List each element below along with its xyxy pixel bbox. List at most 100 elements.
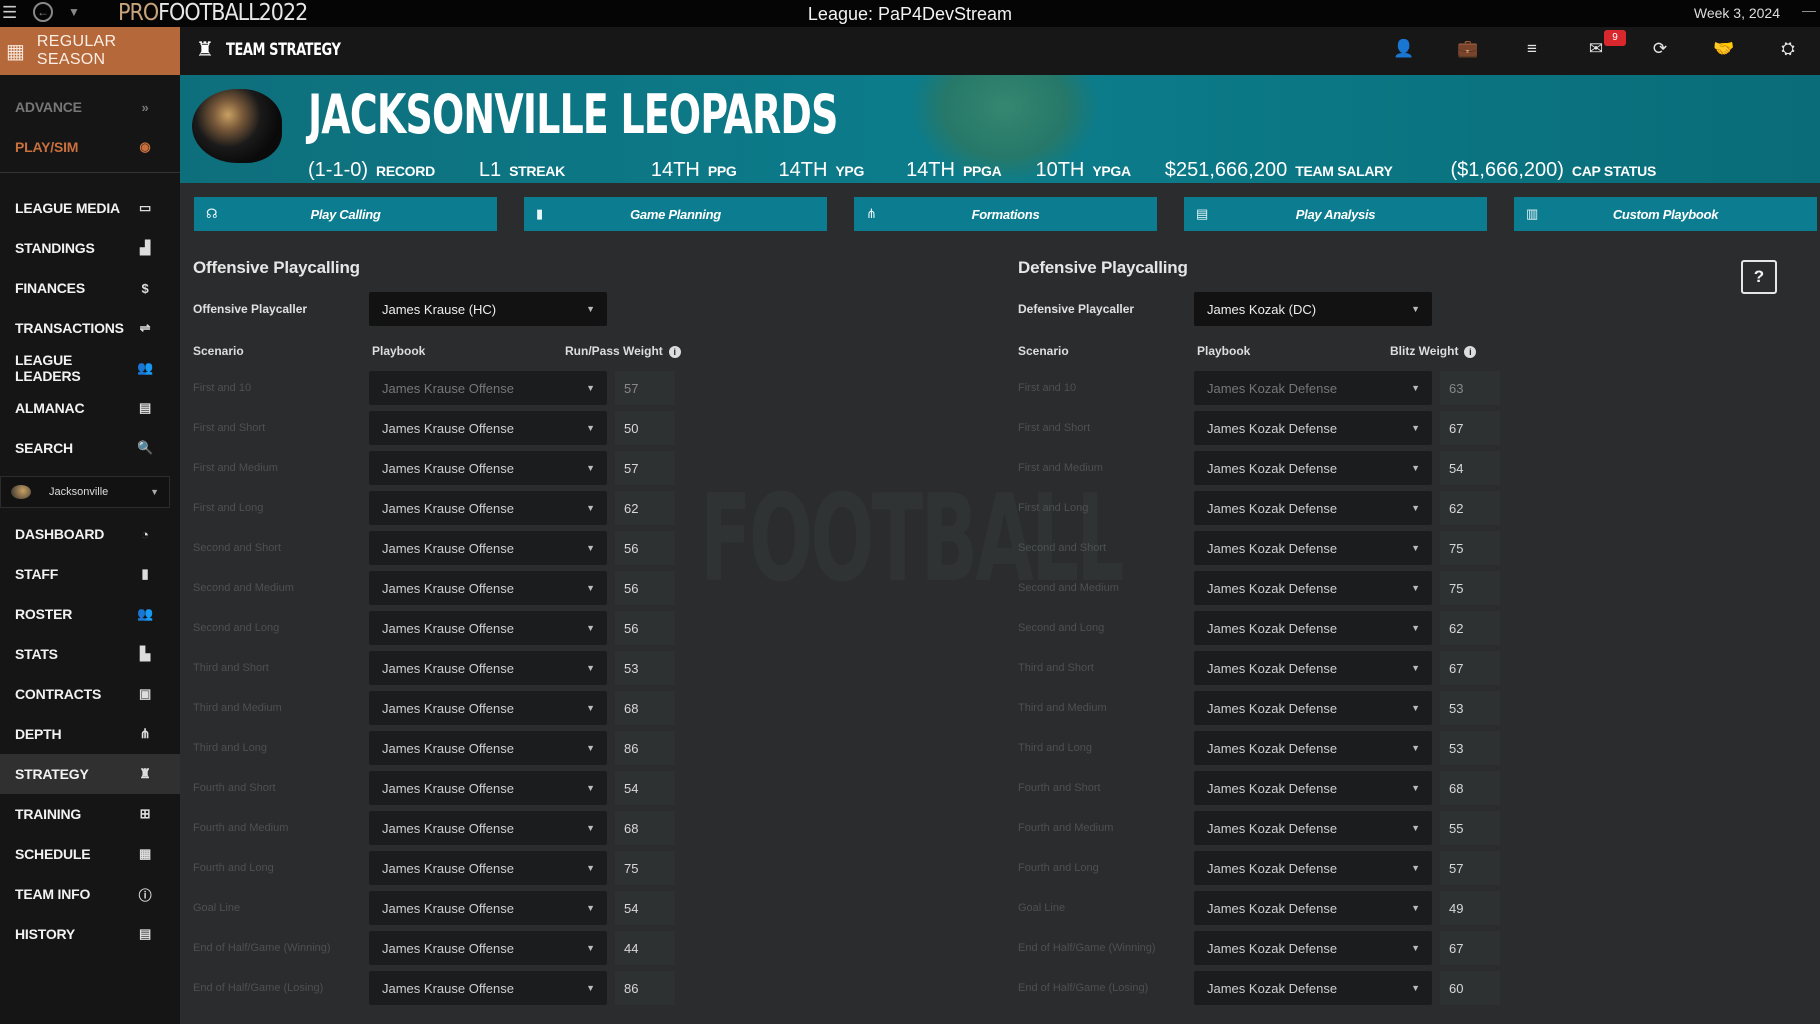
weight-input[interactable]: 86 [615,971,675,1005]
handshake-icon[interactable]: 🤝 [1712,39,1736,63]
sidebar-item-stats[interactable]: STATS ▙ [0,634,180,674]
sidebar-item-advance[interactable]: ADVANCE» [0,87,180,127]
sidebar-item-play-sim[interactable]: PLAY/SIM ◉ [0,127,180,167]
tab-formations[interactable]: ⋔ Formations [854,197,1157,231]
defensive-playcaller-select[interactable]: James Kozak (DC) ▼ [1194,292,1432,326]
playbook-select[interactable]: James Kozak Defense ▼ [1194,411,1432,445]
weight-input[interactable]: 49 [1440,891,1500,925]
playbook-select[interactable]: James Krause Offense ▼ [369,811,607,845]
playbook-select[interactable]: James Kozak Defense ▼ [1194,491,1432,525]
playbook-select[interactable]: James Krause Offense ▼ [369,531,607,565]
playbook-select[interactable]: James Krause Offense ▼ [369,491,607,525]
weight-input[interactable]: 56 [615,611,675,645]
playbook-select[interactable]: James Krause Offense ▼ [369,971,607,1005]
database-icon[interactable]: ≡ [1520,39,1544,63]
sidebar-item-almanac[interactable]: ALMANAC ▤ [0,388,180,428]
sidebar-item-league-media[interactable]: LEAGUE MEDIA ▭ [0,188,180,228]
tab-play-analysis[interactable]: ▤ Play Analysis [1184,197,1487,231]
sidebar-item-strategy[interactable]: STRATEGY ♜ [0,754,180,794]
weight-input[interactable]: 57 [1440,851,1500,885]
sidebar-item-schedule[interactable]: SCHEDULE ▦ [0,834,180,874]
sidebar-item-history[interactable]: HISTORY ▤ [0,914,180,954]
playbook-select[interactable]: James Kozak Defense ▼ [1194,931,1432,965]
weight-input[interactable]: 57 [615,371,675,405]
sidebar-item-search[interactable]: SEARCH 🔍 [0,428,180,468]
help-button[interactable]: ? [1741,260,1777,294]
tab-play-calling[interactable]: ☊ Play Calling [194,197,497,231]
briefcase-icon[interactable]: 💼 [1456,39,1480,63]
sidebar-item-staff[interactable]: STAFF ▮ [0,554,180,594]
weight-input[interactable]: 68 [615,811,675,845]
weight-input[interactable]: 63 [1440,371,1500,405]
info-icon[interactable]: i [1464,346,1477,358]
weight-input[interactable]: 56 [615,531,675,565]
sidebar-item-finances[interactable]: FINANCES $ [0,268,180,308]
sidebar-item-standings[interactable]: STANDINGS ▟ [0,228,180,268]
team-select[interactable]: Jacksonville ▼ [0,476,170,508]
sidebar-item-team-info[interactable]: TEAM INFO ⓘ [0,874,180,914]
weight-input[interactable]: 68 [615,691,675,725]
sidebar-item-contracts[interactable]: CONTRACTS ▣ [0,674,180,714]
binoculars-icon[interactable]: ⛭ [1776,39,1800,63]
weight-input[interactable]: 75 [1440,571,1500,605]
sidebar-item-training[interactable]: TRAINING ⊞ [0,794,180,834]
regular-season-button[interactable]: ▦ REGULAR SEASON [0,27,180,75]
playbook-select[interactable]: James Kozak Defense ▼ [1194,531,1432,565]
playbook-select[interactable]: James Krause Offense ▼ [369,371,607,405]
playbook-select[interactable]: James Kozak Defense ▼ [1194,451,1432,485]
weight-input[interactable]: 67 [1440,411,1500,445]
weight-input[interactable]: 86 [615,731,675,765]
minimize-button[interactable]: — [1802,2,1816,18]
weight-input[interactable]: 67 [1440,651,1500,685]
sidebar-item-depth[interactable]: DEPTH ⋔ [0,714,180,754]
weight-input[interactable]: 68 [1440,771,1500,805]
weight-input[interactable]: 75 [1440,531,1500,565]
mail-icon[interactable]: ✉ 9 [1584,30,1626,63]
playbook-select[interactable]: James Krause Offense ▼ [369,771,607,805]
refresh-icon[interactable]: ⟳ [1648,39,1672,63]
playbook-select[interactable]: James Kozak Defense ▼ [1194,891,1432,925]
weight-input[interactable]: 50 [615,411,675,445]
sidebar-item-roster[interactable]: ROSTER 👥 [0,594,180,634]
playbook-select[interactable]: James Krause Offense ▼ [369,451,607,485]
sidebar-item-transactions[interactable]: TRANSACTIONS ⇌ [0,308,180,348]
playbook-select[interactable]: James Kozak Defense ▼ [1194,571,1432,605]
weight-input[interactable]: 53 [1440,691,1500,725]
playbook-select[interactable]: James Krause Offense ▼ [369,611,607,645]
weight-input[interactable]: 44 [615,931,675,965]
playbook-select[interactable]: James Krause Offense ▼ [369,931,607,965]
playbook-select[interactable]: James Kozak Defense ▼ [1194,371,1432,405]
playbook-select[interactable]: James Krause Offense ▼ [369,571,607,605]
playbook-select[interactable]: James Kozak Defense ▼ [1194,611,1432,645]
weight-input[interactable]: 62 [1440,491,1500,525]
weight-input[interactable]: 54 [615,891,675,925]
playbook-select[interactable]: James Krause Offense ▼ [369,691,607,725]
playbook-select[interactable]: James Kozak Defense ▼ [1194,771,1432,805]
playbook-select[interactable]: James Krause Offense ▼ [369,731,607,765]
weight-input[interactable]: 54 [1440,451,1500,485]
playbook-select[interactable]: James Kozak Defense ▼ [1194,851,1432,885]
playbook-select[interactable]: James Krause Offense ▼ [369,651,607,685]
weight-input[interactable]: 57 [615,451,675,485]
weight-input[interactable]: 60 [1440,971,1500,1005]
weight-input[interactable]: 54 [615,771,675,805]
weight-input[interactable]: 62 [1440,611,1500,645]
playbook-select[interactable]: James Krause Offense ▼ [369,411,607,445]
playbook-select[interactable]: James Kozak Defense ▼ [1194,691,1432,725]
info-icon[interactable]: i [668,346,681,358]
playbook-select[interactable]: James Kozak Defense ▼ [1194,651,1432,685]
tab-game-planning[interactable]: ▮ Game Planning [524,197,827,231]
weight-input[interactable]: 67 [1440,931,1500,965]
weight-input[interactable]: 53 [615,651,675,685]
tab-custom-playbook[interactable]: ▥ Custom Playbook [1514,197,1817,231]
offensive-playcaller-select[interactable]: James Krause (HC) ▼ [369,292,607,326]
sidebar-item-dashboard[interactable]: DASHBOARD ◔ [0,514,180,554]
sidebar-item-league-leaders[interactable]: LEAGUE LEADERS 👥 [0,348,180,388]
user-icon[interactable]: 👤 [1392,39,1416,63]
playbook-select[interactable]: James Kozak Defense ▼ [1194,731,1432,765]
weight-input[interactable]: 55 [1440,811,1500,845]
playbook-select[interactable]: James Krause Offense ▼ [369,891,607,925]
weight-input[interactable]: 53 [1440,731,1500,765]
weight-input[interactable]: 56 [615,571,675,605]
weight-input[interactable]: 75 [615,851,675,885]
